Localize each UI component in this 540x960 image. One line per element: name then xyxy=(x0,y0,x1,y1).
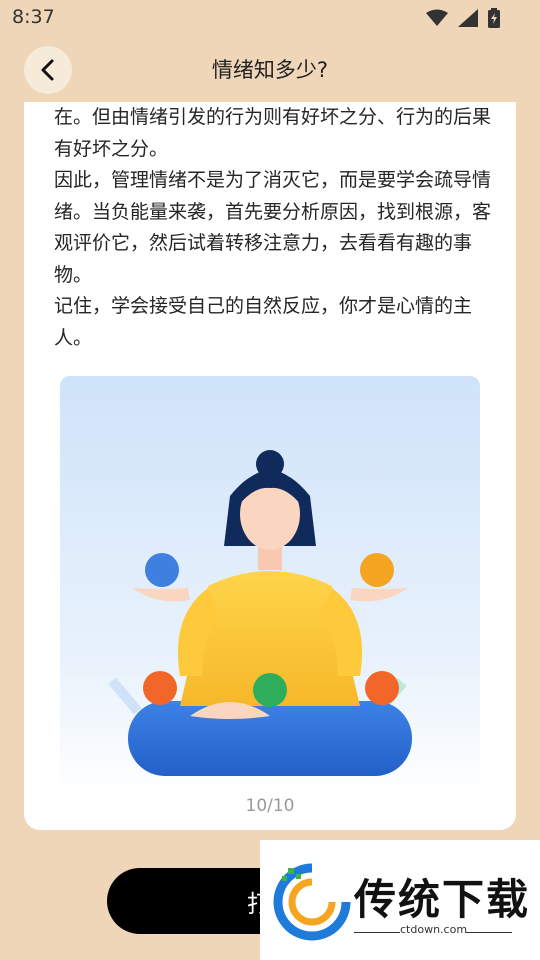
brand-logo-icon xyxy=(273,863,351,941)
watermark: 传统下载 ctdown.com xyxy=(260,840,540,960)
watermark-url: ctdown.com xyxy=(400,923,468,936)
article-paragraph: 记住，学会接受自己的自然反应，你才是心情的主人。 xyxy=(54,295,473,349)
divider xyxy=(354,932,400,933)
article-paragraph: 因此，管理情绪不是为了消灭它，而是要学会疏导情绪。当负能量来袭，首先要分析原因，… xyxy=(54,169,492,286)
status-bar: 8:37 xyxy=(0,0,540,36)
top-bar: 情绪知多少? xyxy=(0,38,540,100)
page-indicator: 10/10 xyxy=(245,796,295,816)
page-title: 情绪知多少? xyxy=(211,58,329,82)
article-paragraph: 在。但由情绪引发的行为则有好坏之分、行为的后果有好坏之分。 xyxy=(54,106,492,160)
battery-icon xyxy=(488,8,500,28)
status-icons xyxy=(426,8,500,28)
meditation-illustration xyxy=(60,376,480,796)
watermark-brand: 传统下载 xyxy=(354,875,531,924)
status-time: 8:37 xyxy=(12,6,55,28)
article-text: 在。但由情绪引发的行为则有好坏之分、行为的后果有好坏之分。 因此，管理情绪不是为… xyxy=(54,102,494,354)
article-card: 在。但由情绪引发的行为则有好坏之分、行为的后果有好坏之分。 因此，管理情绪不是为… xyxy=(24,102,516,830)
signal-icon xyxy=(458,9,478,27)
wifi-icon xyxy=(426,9,448,26)
divider xyxy=(466,932,512,933)
